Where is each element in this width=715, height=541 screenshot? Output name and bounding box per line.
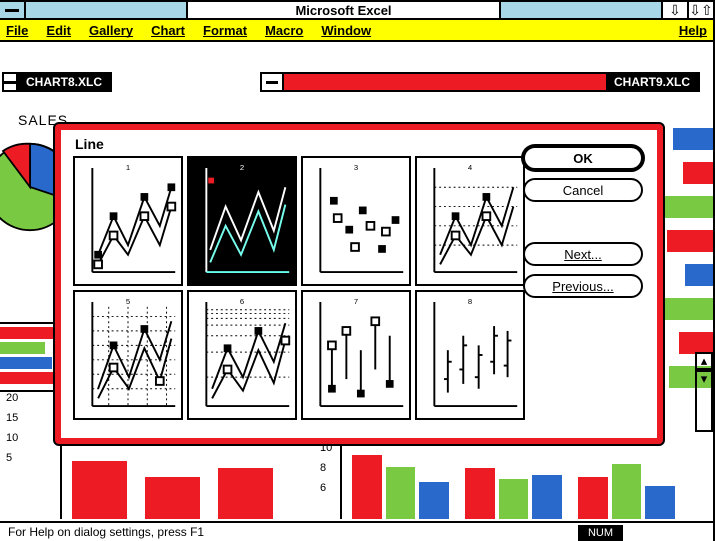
next-button[interactable]: Next... <box>523 242 643 266</box>
lines-only-icon: 2 <box>189 158 295 284</box>
system-menu-icon[interactable] <box>0 2 26 18</box>
line-markers-grid-icon: 4 <box>417 158 523 284</box>
svg-text:4: 4 <box>468 163 473 172</box>
doc-window-chart8[interactable]: CHART8.XLC <box>2 72 112 92</box>
menubar: File Edit Gallery Chart Format Macro Win… <box>0 20 713 42</box>
chart-option-3[interactable]: 3 <box>301 156 411 286</box>
menu-gallery[interactable]: Gallery <box>89 23 133 38</box>
menu-file[interactable]: File <box>6 23 28 38</box>
chart-option-6[interactable]: 6 <box>187 290 297 420</box>
tick-label: 6 <box>320 482 332 502</box>
stock-hloc-icon: 8 <box>417 292 523 418</box>
menu-format[interactable]: Format <box>203 23 247 38</box>
bg-bar-chart-2 <box>340 442 685 519</box>
chart-option-2[interactable]: 2 <box>187 156 297 286</box>
scroll-down-icon[interactable]: ▾ <box>697 370 711 386</box>
doc-sysmenu-icon[interactable] <box>4 74 18 90</box>
menu-edit[interactable]: Edit <box>46 23 71 38</box>
chart-option-8[interactable]: 8 <box>415 290 525 420</box>
scroll-up-icon[interactable]: ▴ <box>697 354 711 370</box>
menu-chart[interactable]: Chart <box>151 23 185 38</box>
status-text: For Help on dialog settings, press F1 <box>8 525 204 539</box>
line-markers-loggrid-icon: 6 <box>189 292 295 418</box>
bg-hbar-chart-right <box>663 122 713 382</box>
numlock-indicator: NUM <box>578 525 623 541</box>
workspace: CHART8.XLC CHART9.XLC SALES ▴ ▾ 20 15 10 <box>0 42 713 519</box>
bg-bar-chart-1 <box>60 442 320 519</box>
app-title: Microsoft Excel <box>186 2 501 18</box>
chart-option-1[interactable]: 1 <box>73 156 183 286</box>
bg-axis-right: 10 8 6 <box>320 442 332 502</box>
svg-text:3: 3 <box>354 163 358 172</box>
markers-only-icon: 3 <box>303 158 409 284</box>
chart-option-4[interactable]: 4 <box>415 156 525 286</box>
menu-macro[interactable]: Macro <box>265 23 303 38</box>
line-markers-icon: 1 <box>75 158 181 284</box>
gallery-line-dialog: Line 1 2 <box>55 124 663 444</box>
dialog-title: Line <box>75 136 104 152</box>
line-markers-densegrid-icon: 5 <box>75 292 181 418</box>
hi-lo-icon: 7 <box>303 292 409 418</box>
cancel-button[interactable]: Cancel <box>523 178 643 202</box>
svg-text:8: 8 <box>468 297 472 306</box>
svg-text:2: 2 <box>240 163 244 172</box>
tick-label: 10 <box>320 442 332 462</box>
previous-button[interactable]: Previous... <box>523 274 643 298</box>
dialog-buttons: OK Cancel Next... Previous... <box>523 146 643 298</box>
chart-type-grid: 1 2 <box>73 156 525 420</box>
svg-text:1: 1 <box>126 163 130 172</box>
scrollbar[interactable]: ▴ ▾ <box>695 352 713 432</box>
doc-window-chart9[interactable]: CHART9.XLC <box>260 72 700 92</box>
ok-button[interactable]: OK <box>523 146 643 170</box>
next-label: Next... <box>564 247 602 262</box>
tick-label: 5 <box>6 452 66 472</box>
tick-label: 8 <box>320 462 332 482</box>
menu-window[interactable]: Window <box>321 23 371 38</box>
chart-option-5[interactable]: 5 <box>73 290 183 420</box>
doc-title-chart8: CHART8.XLC <box>18 75 110 89</box>
svg-text:7: 7 <box>354 297 358 306</box>
doc-active-stripe <box>284 74 606 90</box>
previous-label: Previous... <box>552 279 613 294</box>
maximize-icon[interactable]: ⇩⇧ <box>687 2 713 18</box>
menu-help[interactable]: Help <box>679 23 707 38</box>
chart-option-7[interactable]: 7 <box>301 290 411 420</box>
svg-text:6: 6 <box>240 297 244 306</box>
svg-text:5: 5 <box>126 297 130 306</box>
titlebar: Microsoft Excel ⇩ ⇩⇧ <box>0 0 713 20</box>
minimize-icon[interactable]: ⇩ <box>661 2 687 18</box>
doc-title-chart9: CHART9.XLC <box>606 74 698 90</box>
doc-sysmenu-icon[interactable] <box>262 74 284 90</box>
